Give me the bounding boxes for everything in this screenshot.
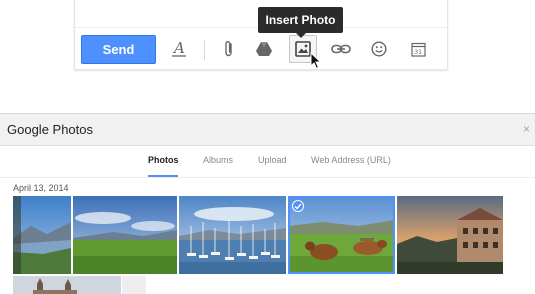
tab-photos[interactable]: Photos bbox=[148, 155, 179, 165]
photos-title: Google Photos bbox=[7, 122, 94, 137]
svg-text:A: A bbox=[172, 40, 185, 57]
attach-icon[interactable] bbox=[215, 35, 243, 63]
calendar-icon[interactable]: 31 bbox=[404, 35, 432, 63]
photo-town-sunset[interactable] bbox=[397, 196, 503, 274]
photos-tabs: Photos Albums Upload Web Address (URL) bbox=[0, 147, 535, 177]
photo-harbor-sailboats[interactable] bbox=[179, 196, 286, 274]
tab-albums[interactable]: Albums bbox=[203, 155, 233, 165]
insert-photo-icon bbox=[295, 41, 311, 57]
calendar-day: 31 bbox=[414, 49, 422, 56]
tab-upload[interactable]: Upload bbox=[258, 155, 287, 165]
photos-header: Google Photos × bbox=[0, 114, 535, 146]
google-photos-panel: Google Photos × Photos Albums Upload Web… bbox=[0, 113, 535, 294]
check-icon bbox=[292, 200, 304, 212]
tab-web-address[interactable]: Web Address (URL) bbox=[311, 155, 391, 165]
emoji-icon[interactable] bbox=[365, 35, 393, 63]
google-drive-icon[interactable] bbox=[250, 35, 278, 63]
photo-church-towers[interactable] bbox=[13, 276, 121, 294]
insert-photo-tooltip: Insert Photo bbox=[258, 7, 343, 33]
send-button[interactable]: Send bbox=[81, 35, 156, 64]
date-label: April 13, 2014 bbox=[13, 183, 69, 193]
tabs-divider bbox=[0, 177, 535, 178]
photo-cows-field[interactable] bbox=[288, 196, 395, 274]
text-formatting-icon[interactable]: A bbox=[165, 35, 193, 63]
tooltip-arrow bbox=[296, 33, 306, 38]
mouse-cursor-icon bbox=[310, 52, 322, 70]
close-icon[interactable]: × bbox=[523, 122, 530, 136]
insert-link-icon[interactable] bbox=[327, 35, 355, 63]
photo-lake-valley[interactable] bbox=[13, 196, 71, 274]
toolbar-separator bbox=[204, 40, 205, 60]
photo-placeholder bbox=[122, 276, 146, 294]
photo-green-meadow[interactable] bbox=[73, 196, 177, 274]
